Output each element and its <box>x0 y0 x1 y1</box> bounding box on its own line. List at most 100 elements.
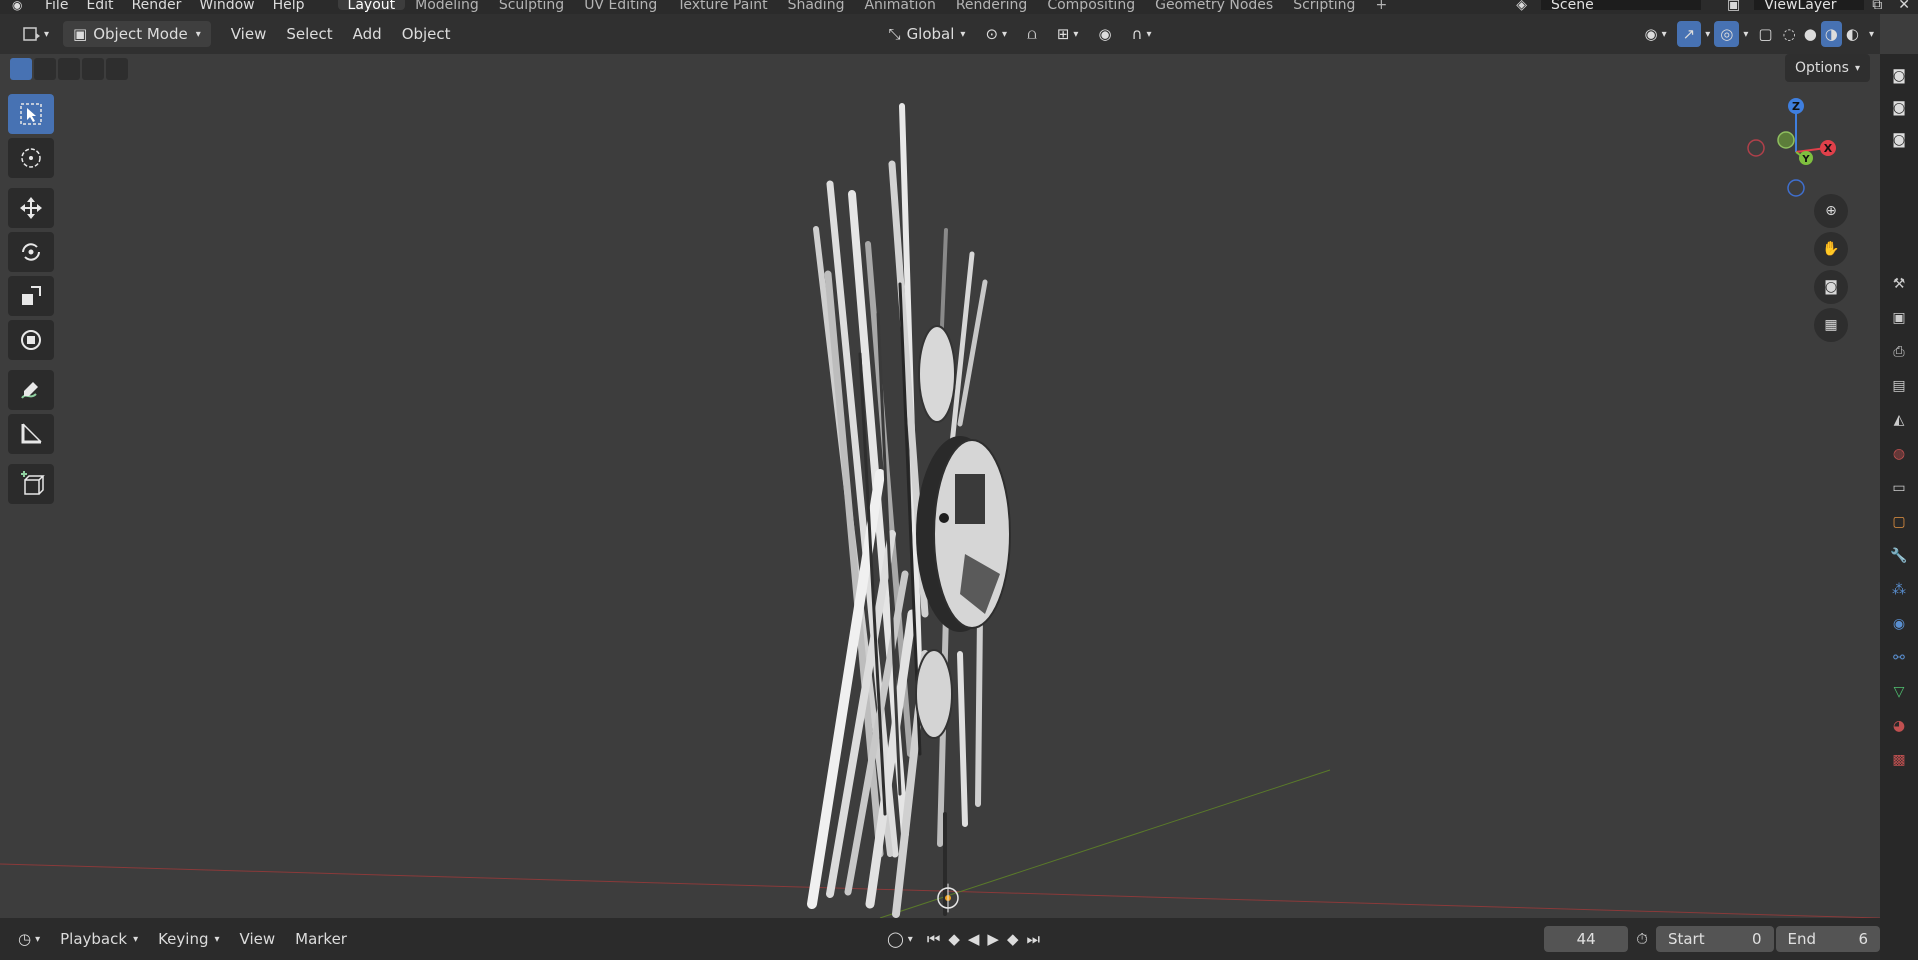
menu-edit[interactable]: Edit <box>77 0 122 12</box>
solid-shading[interactable]: ● <box>1800 21 1821 47</box>
cursor-tool[interactable] <box>8 138 54 178</box>
select-intersect-mode[interactable] <box>106 58 128 80</box>
new-view-layer-icon[interactable]: ⧉ <box>1864 0 1890 12</box>
tab-compositing[interactable]: Compositing <box>1037 0 1145 12</box>
tool-tab-icon[interactable]: ⚒ <box>1887 272 1911 296</box>
tab-uv-editing[interactable]: UV Editing <box>574 0 667 12</box>
auto-keying-toggle[interactable]: ◯ ▾ <box>877 926 923 952</box>
next-keyframe-button[interactable]: ◆ <box>1003 926 1023 952</box>
render-tab-icon[interactable]: ▣ <box>1887 306 1911 330</box>
select-invert-mode[interactable] <box>82 58 104 80</box>
view-layer-icon[interactable]: ▣ <box>1721 0 1746 12</box>
editor-type-button[interactable]: ▾ <box>12 21 59 47</box>
tab-shading[interactable]: Shading <box>778 0 855 12</box>
scene-tab-icon[interactable]: ◭ <box>1887 408 1911 432</box>
prev-keyframe-button[interactable]: ◆ <box>944 926 964 952</box>
transform-tool[interactable] <box>8 320 54 360</box>
mode-dropdown[interactable]: ▣ Object Mode ▾ <box>63 21 211 47</box>
view-layer-field[interactable]: ViewLayer <box>1754 0 1865 12</box>
view-layer-tab-icon[interactable]: ▤ <box>1887 374 1911 398</box>
3d-viewport[interactable]: Options ▾ Z X Y ⊕ ✋ ◙ ▦ <box>0 54 1880 918</box>
camera-toggle-icon-3[interactable]: ◙ <box>1887 128 1911 152</box>
material-shading[interactable]: ◑ <box>1820 21 1842 47</box>
annotate-tool[interactable] <box>8 370 54 410</box>
current-frame-field[interactable]: 44 <box>1544 926 1629 952</box>
output-tab-icon[interactable]: ⎙ <box>1887 340 1911 364</box>
rendered-shading[interactable]: ◐ <box>1842 21 1863 47</box>
proportional-edit-toggle[interactable]: ◉ <box>1088 21 1121 47</box>
modifier-tab-icon[interactable]: 🔧 <box>1887 544 1911 568</box>
jump-start-button[interactable]: ⏮ <box>923 926 945 952</box>
add-menu[interactable]: Add <box>343 21 392 47</box>
particles-tab-icon[interactable]: ⁂ <box>1887 578 1911 602</box>
menu-help[interactable]: Help <box>264 0 314 12</box>
play-reverse-button[interactable]: ◀ <box>964 926 984 952</box>
tab-modeling[interactable]: Modeling <box>405 0 489 12</box>
shading-dropdown[interactable]: ▾ <box>1863 21 1880 47</box>
select-subtract-mode[interactable] <box>58 58 80 80</box>
start-frame-field[interactable]: Start 0 <box>1655 926 1774 952</box>
visibility-button[interactable]: ◉ ▾ <box>1635 21 1677 47</box>
xray-toggle[interactable]: ▢ <box>1752 21 1778 47</box>
menu-file[interactable]: File <box>36 0 77 12</box>
tab-texture-paint[interactable]: Texture Paint <box>667 0 777 12</box>
world-tab-icon[interactable]: ◍ <box>1887 442 1911 466</box>
snap-toggle[interactable]: ⩍ <box>1017 21 1047 47</box>
tab-scripting[interactable]: Scripting <box>1283 0 1365 12</box>
falloff-button[interactable]: ∩ ▾ <box>1122 21 1162 47</box>
ortho-toggle-button[interactable]: ▦ <box>1814 308 1848 342</box>
wireframe-shading[interactable]: ◌ <box>1779 21 1800 47</box>
tab-rendering[interactable]: Rendering <box>946 0 1038 12</box>
pivot-point-button[interactable]: ⊙ ▾ <box>975 21 1017 47</box>
material-tab-icon[interactable]: ◕ <box>1887 714 1911 738</box>
constraints-tab-icon[interactable]: ⚯ <box>1887 646 1911 670</box>
gizmo-toggle[interactable]: ↗ <box>1676 21 1702 47</box>
camera-view-button[interactable]: ◙ <box>1814 270 1848 304</box>
add-cube-tool[interactable] <box>8 464 54 504</box>
jump-end-button[interactable]: ⏭ <box>1023 926 1045 952</box>
select-extend-mode[interactable] <box>34 58 56 80</box>
camera-toggle-icon[interactable]: ◙ <box>1887 64 1911 88</box>
mesh-object[interactable] <box>807 103 1011 918</box>
zoom-button[interactable]: ⊕ <box>1814 194 1848 228</box>
end-frame-field[interactable]: End 6 <box>1775 926 1880 952</box>
navigation-gizmo[interactable]: Z X Y <box>1720 92 1840 202</box>
select-menu[interactable]: Select <box>276 21 342 47</box>
keying-menu[interactable]: Keying ▾ <box>148 926 229 952</box>
marker-menu[interactable]: Marker <box>285 926 357 952</box>
timeline-editor-type[interactable]: ◷ ▾ <box>8 926 50 952</box>
add-workspace-icon[interactable]: + <box>1365 0 1397 12</box>
preview-range-toggle[interactable]: ⏱ <box>1628 926 1656 952</box>
collection-tab-icon[interactable]: ▭ <box>1887 476 1911 500</box>
data-tab-icon[interactable]: ▽ <box>1887 680 1911 704</box>
measure-tool[interactable] <box>8 414 54 454</box>
rotate-tool[interactable] <box>8 232 54 272</box>
options-dropdown[interactable]: Options ▾ <box>1784 54 1870 82</box>
tab-sculpting[interactable]: Sculpting <box>489 0 574 12</box>
tab-geometry-nodes[interactable]: Geometry Nodes <box>1145 0 1283 12</box>
snap-target-button[interactable]: ⊞ ▾ <box>1047 21 1089 47</box>
texture-tab-icon[interactable]: ▩ <box>1887 748 1911 772</box>
scene-name-field[interactable]: Scene <box>1541 0 1702 12</box>
object-menu[interactable]: Object <box>392 21 461 47</box>
camera-toggle-icon-2[interactable]: ◙ <box>1887 96 1911 120</box>
playback-menu[interactable]: Playback ▾ <box>50 926 148 952</box>
tab-animation[interactable]: Animation <box>854 0 945 12</box>
tab-layout[interactable]: Layout <box>337 0 406 12</box>
pan-button[interactable]: ✋ <box>1814 232 1848 266</box>
blender-logo-icon[interactable]: ◉ <box>12 0 26 11</box>
select-box-tool[interactable] <box>8 94 54 134</box>
menu-render[interactable]: Render <box>123 0 191 12</box>
move-tool[interactable] <box>8 188 54 228</box>
scale-tool[interactable] <box>8 276 54 316</box>
overlays-toggle[interactable]: ◎ <box>1714 21 1740 47</box>
transform-orientation-dropdown[interactable]: ⤡ Global ▾ <box>879 21 976 47</box>
view-menu[interactable]: View <box>221 21 277 47</box>
object-tab-icon[interactable]: ▢ <box>1887 510 1911 534</box>
timeline-view-menu[interactable]: View <box>230 926 286 952</box>
overlays-dropdown[interactable]: ▾ <box>1739 21 1752 47</box>
gizmo-dropdown[interactable]: ▾ <box>1701 21 1714 47</box>
close-view-layer-icon[interactable]: ✕ <box>1890 0 1918 12</box>
select-new-mode[interactable] <box>10 58 32 80</box>
physics-tab-icon[interactable]: ◉ <box>1887 612 1911 636</box>
